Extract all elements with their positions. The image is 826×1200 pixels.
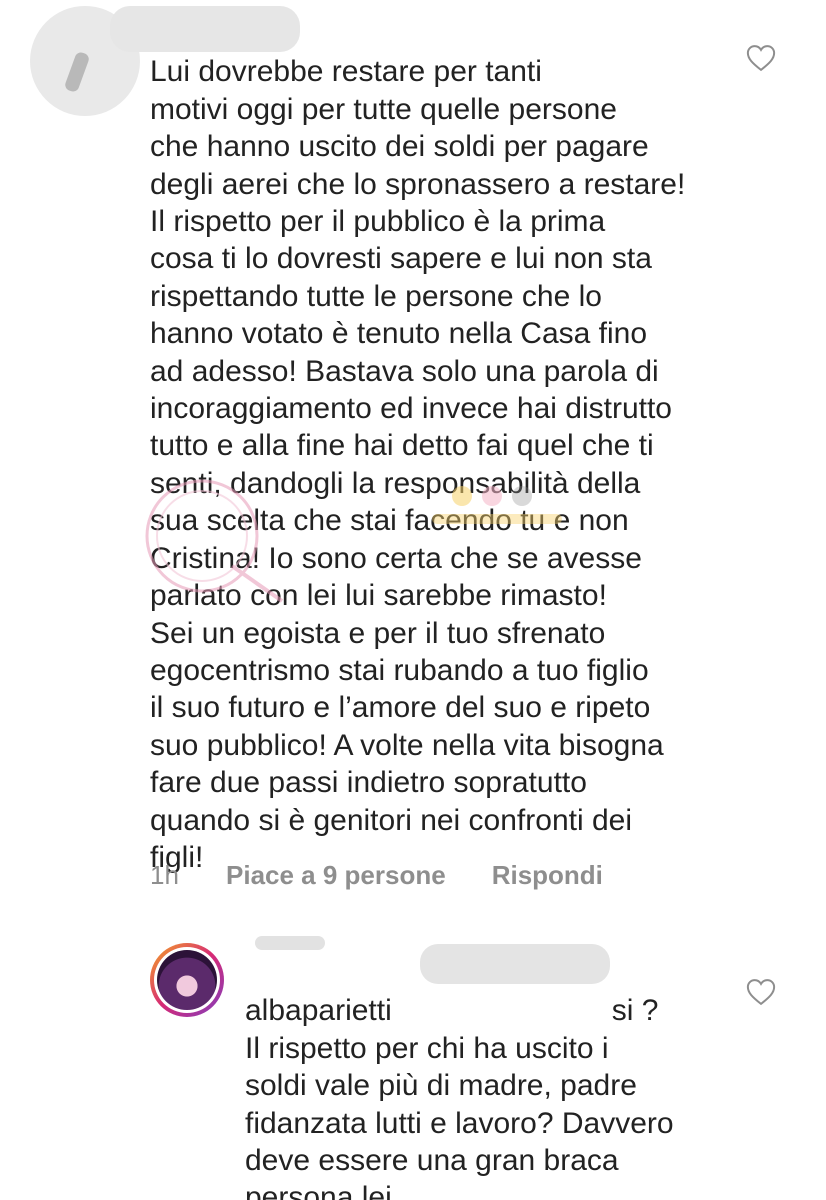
- redaction-mark: [63, 50, 91, 94]
- reply-username[interactable]: albaparietti: [245, 994, 392, 1027]
- avatar-image: [157, 950, 217, 1010]
- reply-body: Il rispetto per chi ha uscito i soldi va…: [245, 1031, 674, 1200]
- avatar[interactable]: [150, 943, 224, 1017]
- likes-count-link[interactable]: Piace a 9 persone: [226, 860, 446, 891]
- comment: Lui dovrebbe restare per tanti motivi og…: [0, 0, 826, 900]
- avatar-ring: [154, 947, 220, 1013]
- redacted-mention: [420, 944, 610, 984]
- mention-tail: si ?: [611, 994, 659, 1028]
- heart-icon[interactable]: [746, 978, 776, 1006]
- reply-text: albaparietti si ? Il rispetto per chi ha …: [245, 955, 725, 1200]
- comment-time: 1h: [150, 859, 179, 890]
- watermark-logo: [145, 479, 562, 603]
- reply-button[interactable]: Rispondi: [492, 860, 603, 891]
- comment-body: Lui dovrebbe restare per tanti motivi og…: [150, 55, 686, 874]
- heart-icon[interactable]: [746, 44, 776, 72]
- comment-meta: 1h Piace a 9 persone Rispondi: [150, 858, 603, 892]
- comment-text: Lui dovrebbe restare per tanti motivi og…: [150, 16, 750, 876]
- redaction-mark: [255, 936, 325, 950]
